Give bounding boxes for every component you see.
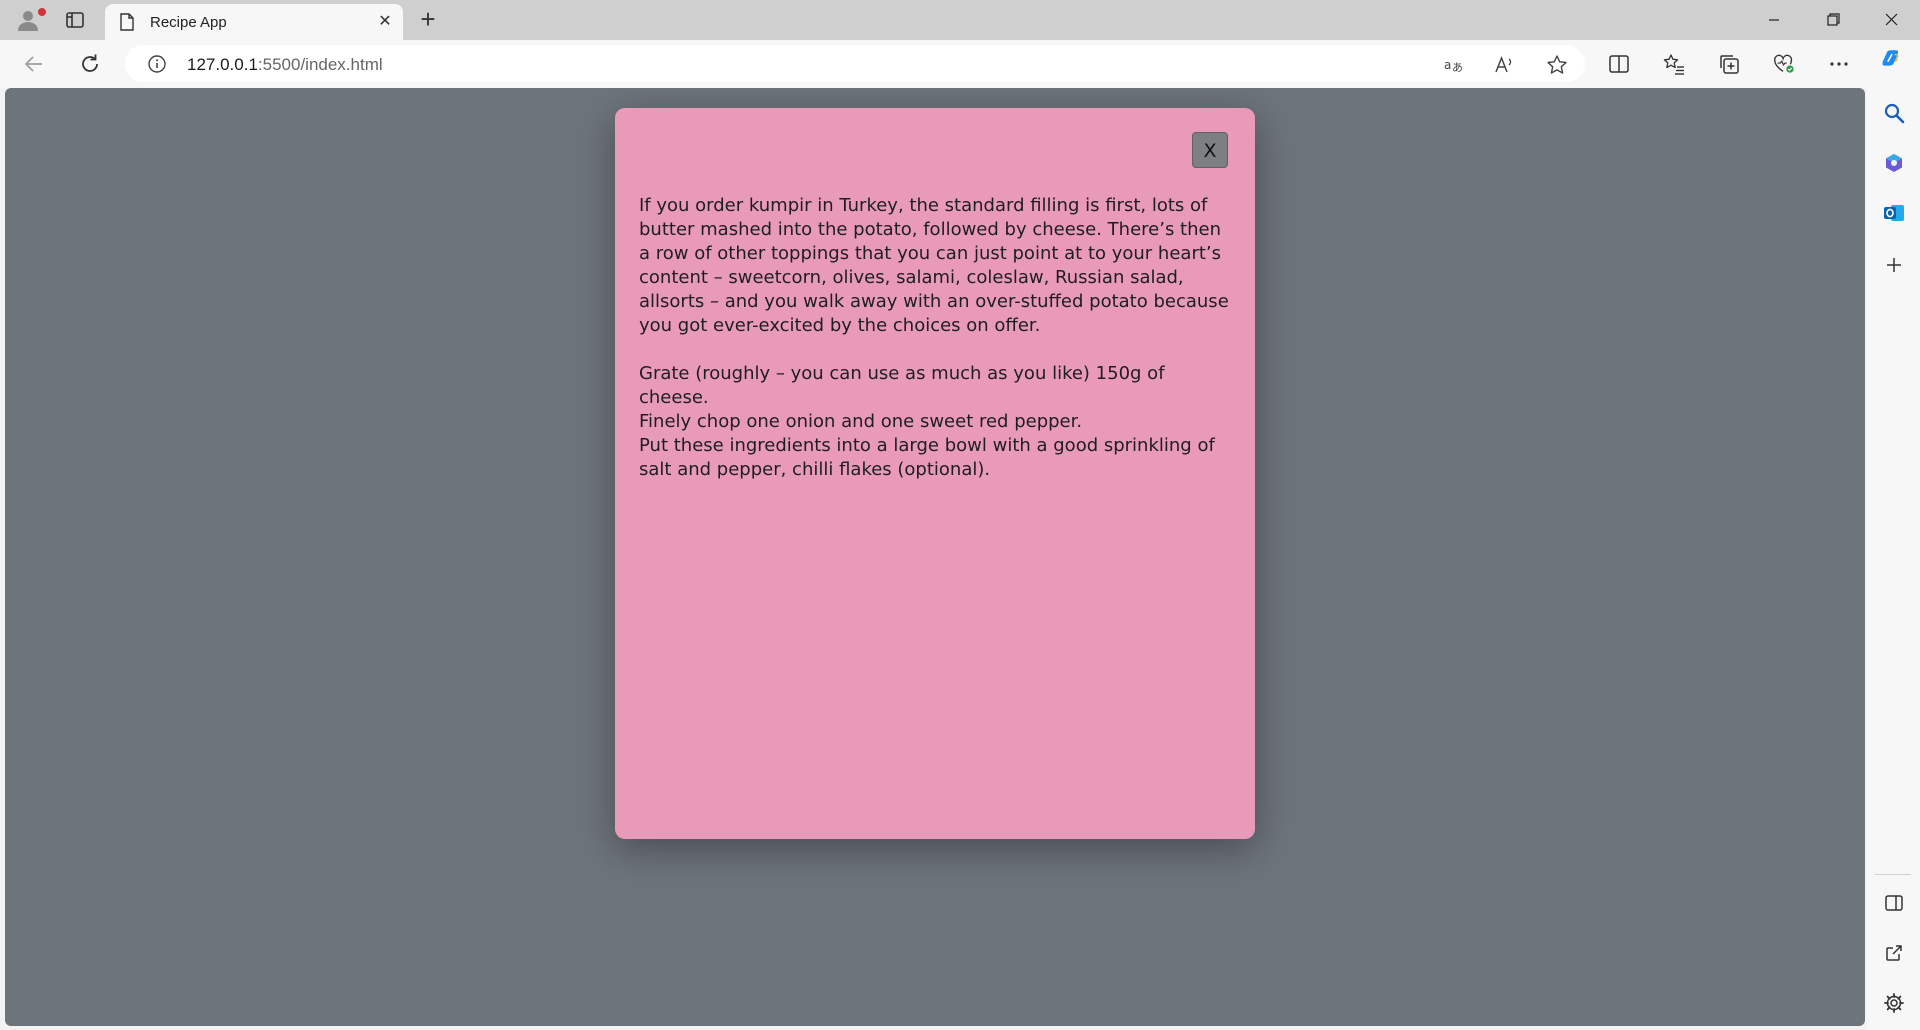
back-arrow-icon [24, 56, 42, 72]
recipe-step: Grate (roughly – you can use as much as … [639, 363, 1165, 408]
tab-actions-button[interactable] [62, 7, 88, 33]
browser-toolbar: 127.0.0.1:5500/index.html a あ [0, 40, 1920, 88]
minimize-button[interactable] [1747, 0, 1801, 40]
page-viewport: X If you order kumpir in Turkey, the sta… [5, 88, 1865, 1026]
browser-essentials-icon[interactable] [1773, 53, 1795, 75]
split-screen-icon[interactable] [1608, 53, 1630, 75]
restore-button[interactable] [1806, 0, 1860, 40]
reload-button[interactable] [76, 50, 104, 78]
tab-close-icon[interactable]: ✕ [375, 12, 395, 32]
recipe-description: If you order kumpir in Turkey, the stand… [639, 195, 1229, 336]
collections-icon[interactable] [1718, 53, 1740, 75]
recipe-step: Finely chop one onion and one sweet red … [639, 411, 1083, 432]
back-button[interactable] [20, 50, 48, 78]
sidebar-divider [1875, 874, 1911, 875]
settings-gear-icon[interactable] [1883, 992, 1905, 1014]
read-aloud-icon[interactable] [1493, 54, 1515, 76]
translate-icon[interactable]: a あ [1443, 54, 1465, 76]
svg-text:あ: あ [1452, 61, 1463, 74]
modal-close-button[interactable]: X [1192, 132, 1228, 168]
restore-icon [1827, 13, 1840, 26]
outlook-icon[interactable] [1883, 202, 1905, 224]
copilot-icon[interactable] [1880, 48, 1902, 70]
url-text[interactable]: 127.0.0.1:5500/index.html [187, 55, 383, 75]
open-external-icon[interactable] [1883, 942, 1905, 964]
more-options-icon[interactable] [1828, 53, 1850, 75]
new-tab-button[interactable]: + [414, 6, 442, 34]
url-host: 127.0.0.1 [187, 55, 258, 74]
close-icon [1885, 13, 1898, 26]
hide-sidebar-icon[interactable] [1883, 892, 1905, 914]
tab-title: Recipe App [150, 14, 227, 31]
url-path: :5500/index.html [257, 55, 383, 74]
add-icon[interactable] [1883, 254, 1905, 276]
edge-sidebar [1867, 88, 1920, 1030]
profile-button[interactable] [10, 4, 46, 36]
site-info-icon[interactable] [147, 54, 167, 74]
reload-icon [82, 54, 98, 72]
address-bar[interactable]: 127.0.0.1:5500/index.html a あ [125, 45, 1585, 82]
recipe-step: Put these ingredients into a large bowl … [639, 435, 1215, 480]
minimize-icon [1769, 19, 1779, 21]
search-icon[interactable] [1883, 102, 1905, 124]
copilot-sidebar-icon[interactable] [1883, 152, 1905, 174]
favorite-star-icon[interactable] [1546, 54, 1568, 76]
favorites-icon[interactable] [1663, 53, 1685, 75]
browser-title-bar: Recipe App ✕ + [0, 0, 1920, 40]
notification-dot [38, 8, 46, 16]
recipe-modal: X If you order kumpir in Turkey, the sta… [615, 108, 1255, 839]
profile-avatar-icon [18, 11, 38, 31]
close-window-button[interactable] [1864, 0, 1918, 40]
browser-tab-active[interactable]: Recipe App ✕ [105, 4, 403, 40]
recipe-details: If you order kumpir in Turkey, the stand… [639, 194, 1233, 482]
page-document-icon [120, 13, 134, 31]
tab-actions-icon [66, 12, 84, 28]
svg-text:a: a [1444, 58, 1451, 72]
